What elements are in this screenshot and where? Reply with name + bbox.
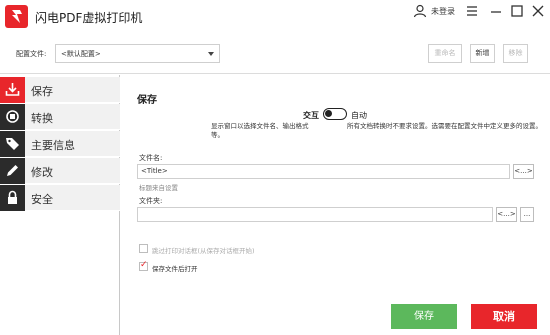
save-settings-panel: 保存 交互 自动 显示窗口以选择文件名、输出格式等。 所有文档转换时不要求设置。… (121, 75, 550, 335)
new-button[interactable]: 新增 (470, 44, 495, 63)
folder-label: 文件夹: (139, 197, 163, 205)
mode-auto-label: 自动 (351, 111, 367, 120)
close-icon[interactable] (530, 3, 546, 19)
filename-token-button[interactable]: <...> (513, 164, 534, 179)
sidebar-item-label: 保存 (31, 85, 53, 98)
toggle-knob (325, 110, 332, 117)
config-label: 配置文件: (16, 50, 47, 58)
rename-button[interactable]: 重命名 (428, 44, 462, 63)
folder-token-button[interactable]: <...> (496, 207, 517, 222)
sidebar-item-security[interactable]: 安全 (0, 185, 120, 211)
folder-browse-button[interactable]: ... (520, 207, 534, 222)
convert-icon (0, 104, 25, 130)
skip-print-dialog-checkbox[interactable] (139, 244, 148, 253)
open-after-save-label: 保存文件后打开 (152, 265, 198, 273)
section-title: 保存 (137, 95, 157, 106)
minimize-icon[interactable] (488, 3, 504, 19)
sidebar: 保存 转换 主要信息 修改 安全 (0, 75, 120, 335)
filename-hint: 标题来自设置 (139, 184, 178, 192)
title-bar: 闪电PDF虚拟打印机 未登录 (0, 0, 550, 34)
config-select[interactable]: <默认配置> (55, 44, 220, 63)
lock-icon (0, 185, 25, 211)
auto-description: 所有文档转换时不要求设置。选需要在配置文件中定义更多的设置。 (347, 122, 542, 130)
save-button[interactable]: 保存 (391, 304, 457, 329)
folder-input[interactable] (137, 207, 493, 222)
sidebar-item-label: 修改 (31, 166, 53, 179)
sidebar-item-label: 转换 (31, 112, 53, 125)
chevron-down-icon (208, 52, 214, 56)
interactive-description: 显示窗口以选择文件名、输出格式等。 (211, 122, 309, 139)
maximize-icon[interactable] (509, 3, 525, 19)
mode-interactive-label: 交互 (303, 111, 319, 120)
sidebar-item-save[interactable]: 保存 (0, 77, 120, 103)
open-after-save-checkbox[interactable] (139, 260, 148, 271)
skip-print-dialog-label: 跳过打印对话框(从保存对话框开始) (152, 247, 255, 255)
pencil-icon (0, 158, 25, 184)
filename-input[interactable]: <Title> (137, 164, 510, 179)
sidebar-item-label: 主要信息 (31, 139, 75, 152)
app-logo-icon (5, 5, 28, 28)
app-title: 闪电PDF虚拟打印机 (35, 11, 143, 25)
config-select-value: <默认配置> (61, 50, 101, 58)
download-icon (0, 77, 25, 103)
menu-icon[interactable] (464, 3, 480, 19)
user-icon[interactable] (413, 4, 427, 18)
filename-label: 文件名: (139, 154, 163, 162)
sidebar-item-label: 安全 (31, 193, 53, 206)
sidebar-item-convert[interactable]: 转换 (0, 104, 120, 130)
cancel-button[interactable]: 取消 (471, 304, 537, 329)
sidebar-item-main-info[interactable]: 主要信息 (0, 131, 120, 157)
tag-icon (0, 131, 25, 157)
login-status-link[interactable]: 未登录 (431, 6, 455, 17)
delete-button[interactable]: 移除 (503, 44, 528, 63)
sidebar-item-modify[interactable]: 修改 (0, 158, 120, 184)
config-bar: 配置文件: <默认配置> 重命名 新增 移除 (0, 34, 550, 74)
mode-toggle[interactable] (323, 108, 347, 120)
